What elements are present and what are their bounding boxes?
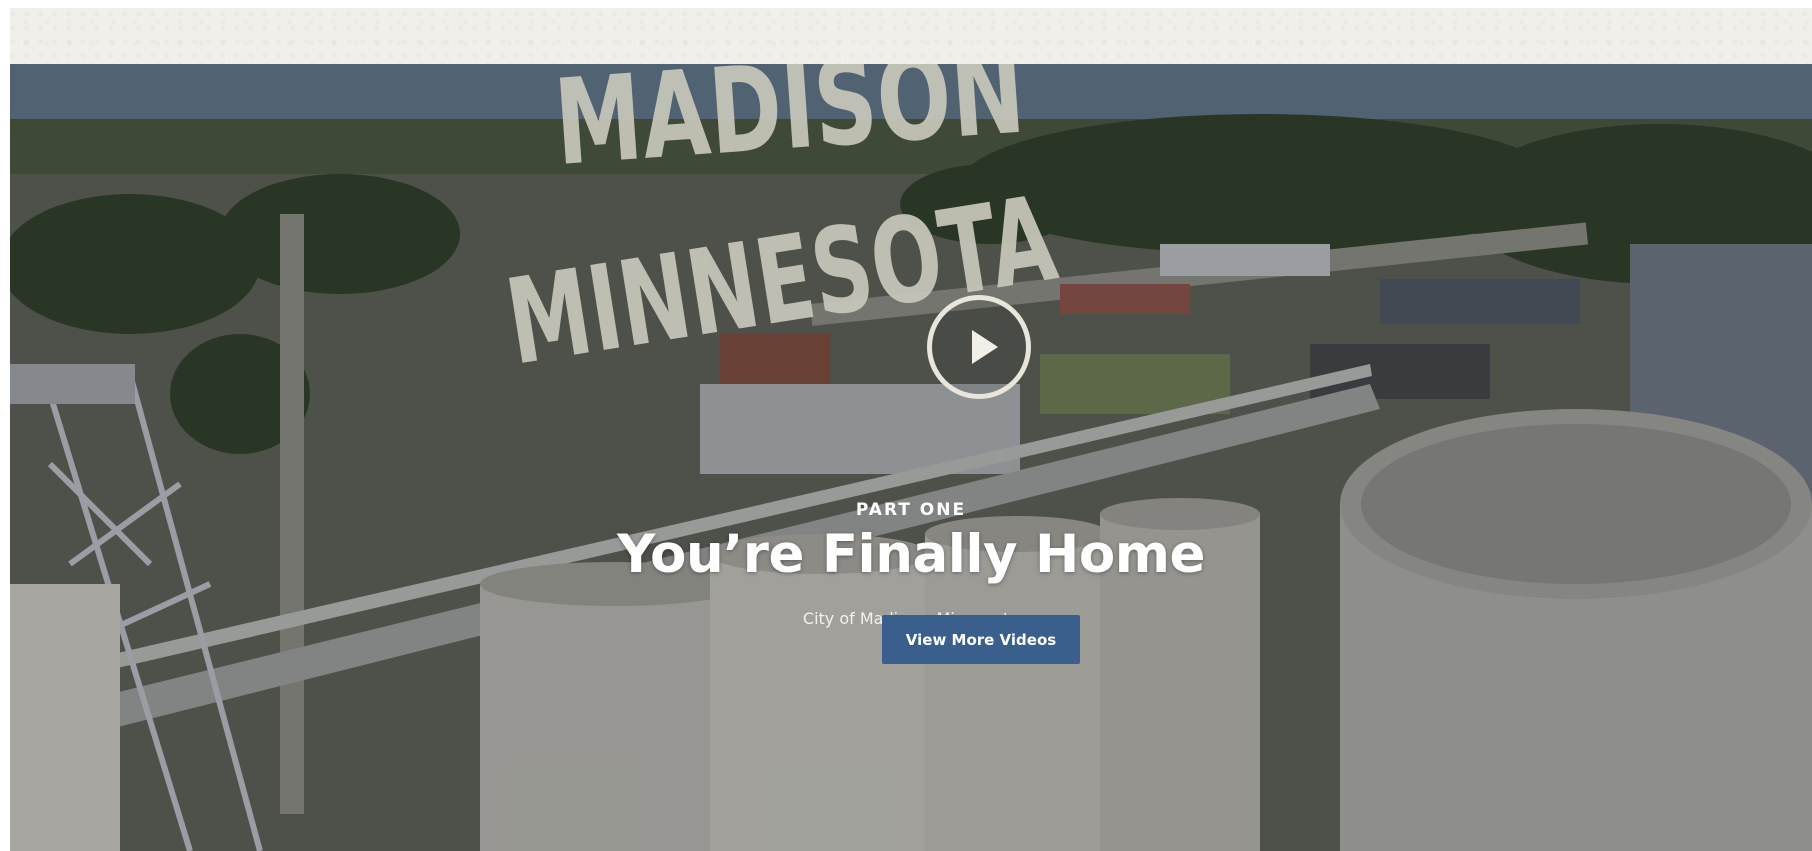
play-icon [972, 330, 998, 364]
dark-overlay [10, 64, 1812, 851]
play-video-button[interactable] [927, 295, 1031, 399]
video-part-label: PART ONE [855, 500, 967, 520]
hero-video-banner: MADISON MINNESOTA PART ONE You’re Finall… [10, 64, 1812, 851]
video-headline: You’re Finally Home [617, 524, 1205, 585]
view-more-videos-button[interactable]: View More Videos [882, 615, 1080, 664]
top-bar [10, 8, 1812, 64]
